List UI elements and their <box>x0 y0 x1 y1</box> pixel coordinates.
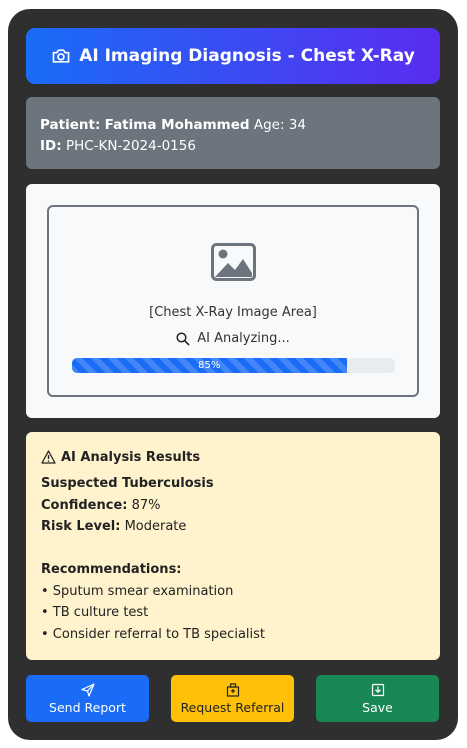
page-header: AI Imaging Diagnosis - Chest X-Ray <box>26 28 440 84</box>
image-placeholder-text: [Chest X-Ray Image Area] <box>149 305 317 320</box>
patient-age: 34 <box>288 117 306 133</box>
save-button[interactable]: Save <box>316 675 439 722</box>
recommendation-item: • Consider referral to TB specialist <box>41 626 266 642</box>
patient-id: PHC-KN-2024-0156 <box>65 138 196 154</box>
patient-id-label: ID: <box>40 138 62 154</box>
patient-name: Fatima Mohammed <box>104 117 250 133</box>
patient-name-label: Patient: <box>40 117 101 133</box>
save-icon <box>371 683 384 696</box>
warning-icon <box>41 450 56 464</box>
results-title: AI Analysis Results <box>41 447 425 467</box>
hospital-icon <box>226 682 239 697</box>
analysis-results-card: AI Analysis Results Suspected Tuberculos… <box>26 432 440 660</box>
risk-label: Risk Level: <box>41 519 121 534</box>
recommendation-item: • Sputum smear examination <box>41 583 234 599</box>
send-report-button[interactable]: Send Report <box>26 675 149 722</box>
page-title: AI Imaging Diagnosis - Chest X-Ray <box>79 46 415 66</box>
imaging-card: [Chest X-Ray Image Area] AI Analyzing...… <box>26 184 440 418</box>
progress-fill: 85% <box>72 358 347 373</box>
analysis-progress-bar: 85% <box>72 358 395 373</box>
patient-info-card: Patient: Fatima Mohammed Age: 34 ID: PHC… <box>26 97 440 169</box>
request-referral-button[interactable]: Request Referral <box>171 675 294 722</box>
analysis-status-text: AI Analyzing... <box>197 331 290 346</box>
recommendations-label: Recommendations: <box>41 562 182 577</box>
xray-image-area[interactable]: [Chest X-Ray Image Area] AI Analyzing...… <box>47 205 419 397</box>
risk-value: Moderate <box>124 519 187 534</box>
search-icon <box>176 331 190 346</box>
camera-icon <box>52 49 70 63</box>
save-label: Save <box>362 699 393 715</box>
progress-label: 85% <box>198 360 221 371</box>
patient-age-label: Age: <box>253 117 285 133</box>
diagnosis: Suspected Tuberculosis <box>41 476 214 491</box>
recommendation-item: • TB culture test <box>41 605 149 620</box>
results-title-text: AI Analysis Results <box>61 449 201 465</box>
analysis-status: AI Analyzing... <box>49 331 417 346</box>
confidence-label: Confidence: <box>41 497 128 513</box>
image-icon <box>211 243 256 281</box>
send-icon <box>80 682 95 697</box>
confidence-value: 87% <box>131 497 161 513</box>
send-report-label: Send Report <box>49 699 126 715</box>
request-referral-label: Request Referral <box>180 699 285 715</box>
